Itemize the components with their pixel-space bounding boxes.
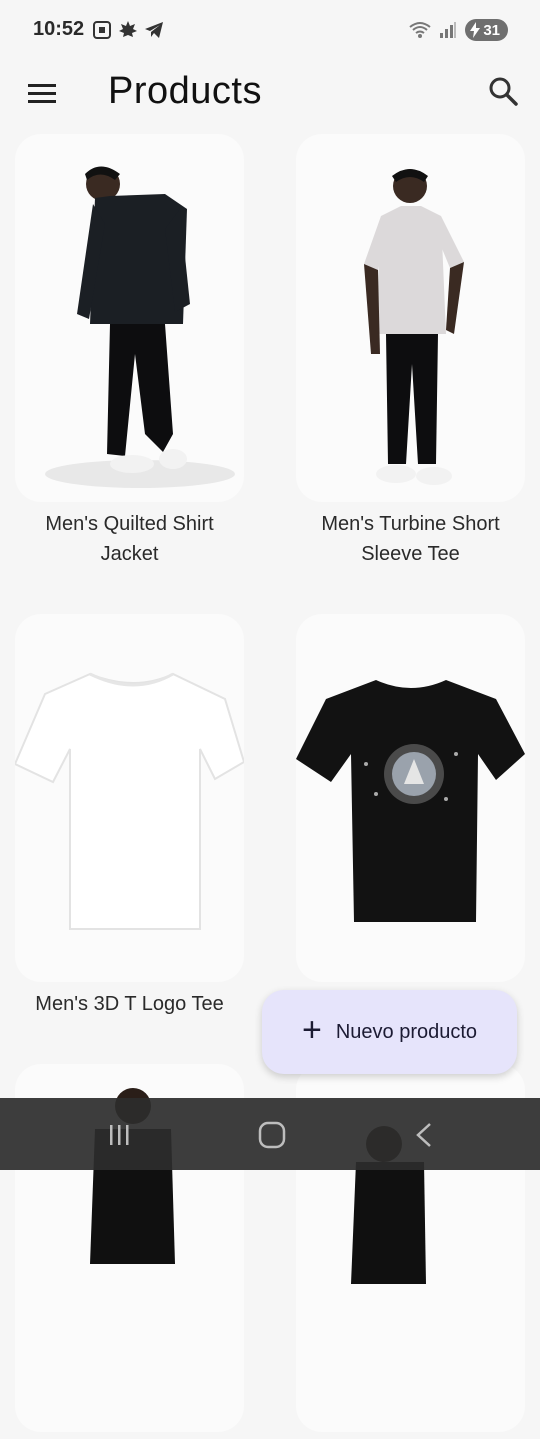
status-system-icons: 31 xyxy=(409,19,508,41)
product-card[interactable]: Men's 3D T Logo Tee xyxy=(15,614,244,1019)
app-bar: Products xyxy=(0,62,540,126)
back-button[interactable] xyxy=(408,1118,442,1152)
recent-apps-icon xyxy=(110,1125,129,1145)
search-icon xyxy=(489,77,518,106)
status-notification-icons xyxy=(92,20,164,40)
menu-button[interactable] xyxy=(25,78,59,108)
product-image xyxy=(15,134,244,502)
product-image xyxy=(15,614,244,982)
product-image xyxy=(296,614,525,982)
product-title: Men's 3D T Logo Tee xyxy=(35,993,224,1015)
product-title: Men's Quilted Shirt Jacket xyxy=(45,513,214,565)
product-image xyxy=(296,134,525,502)
product-card[interactable]: Men's Quilted Shirt Jacket xyxy=(15,134,244,569)
recent-apps-button[interactable] xyxy=(103,1118,137,1152)
page-title: Products xyxy=(108,70,262,112)
battery-level: 31 xyxy=(483,21,500,39)
maple-icon xyxy=(119,21,137,37)
product-card[interactable] xyxy=(296,614,525,989)
telegram-icon xyxy=(145,22,163,38)
battery-indicator: 31 xyxy=(465,19,508,41)
status-bar: 10:52 31 xyxy=(0,0,540,62)
search-button[interactable] xyxy=(486,74,520,108)
status-time: 10:52 xyxy=(33,18,85,40)
signal-icon xyxy=(440,22,457,38)
product-title: Men's Turbine Short Sleeve Tee xyxy=(321,513,500,565)
wifi-icon xyxy=(409,22,431,38)
menu-icon xyxy=(28,84,56,103)
plus-icon: + xyxy=(301,1011,322,1049)
back-icon xyxy=(416,1123,431,1147)
home-button[interactable] xyxy=(255,1118,289,1152)
new-product-button[interactable]: + Nuevo producto xyxy=(262,990,517,1074)
home-icon xyxy=(258,1121,286,1149)
screenshot-icon xyxy=(93,21,111,39)
battery-charging-icon xyxy=(470,22,481,38)
system-navigation-bar xyxy=(0,1098,540,1170)
new-product-label: Nuevo producto xyxy=(335,1020,478,1043)
product-card[interactable]: Men's Turbine Short Sleeve Tee xyxy=(296,134,525,569)
